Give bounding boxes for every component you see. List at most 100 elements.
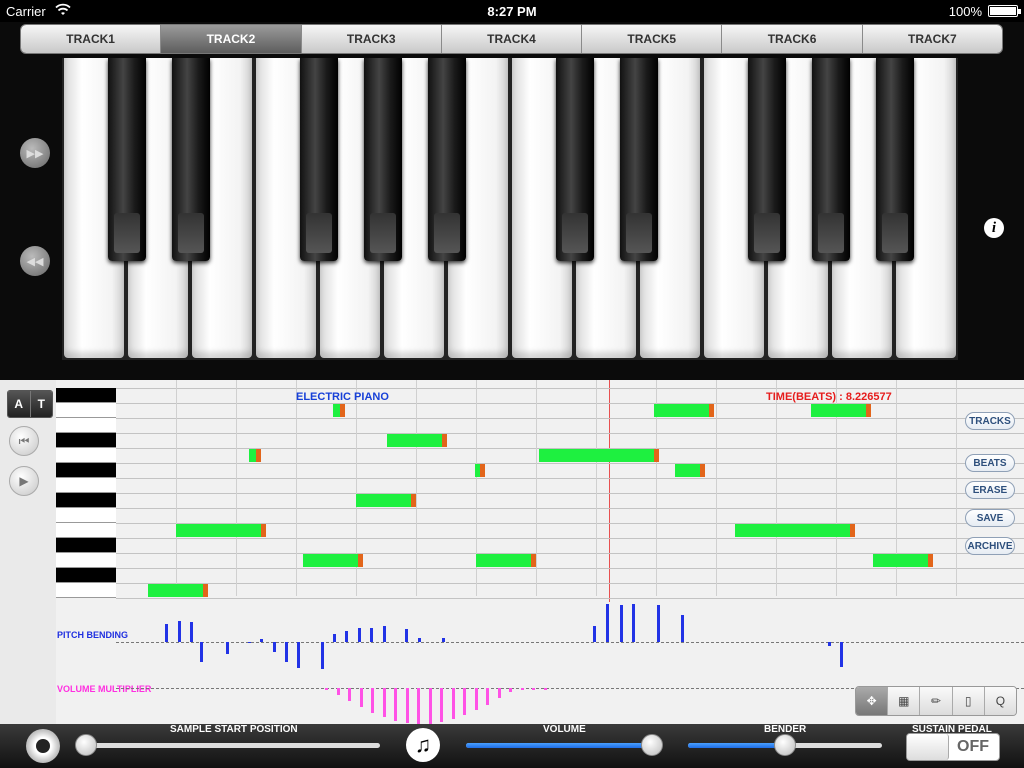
tab-track2[interactable]: TRACK2: [161, 25, 302, 53]
info-button[interactable]: i: [984, 218, 1004, 238]
volume-mark[interactable]: [348, 688, 351, 701]
archive-button[interactable]: ARCHIVE: [965, 537, 1015, 555]
note-block[interactable]: [654, 404, 714, 417]
octave-up-button[interactable]: ▶▶: [20, 138, 50, 168]
roll-key-black[interactable]: [56, 568, 116, 583]
roll-key-black[interactable]: [56, 463, 116, 478]
pitch-bend-mark[interactable]: [442, 638, 445, 642]
volume-mark[interactable]: [486, 688, 489, 705]
note-block[interactable]: [476, 554, 536, 567]
octave-down-button[interactable]: ◀◀: [20, 246, 50, 276]
tab-track3[interactable]: TRACK3: [301, 25, 442, 53]
mode-t-button[interactable]: T: [30, 391, 52, 417]
tab-track7[interactable]: TRACK7: [862, 25, 1002, 53]
roll-key-white[interactable]: [56, 553, 116, 568]
note-block[interactable]: [387, 434, 447, 447]
roll-key-black[interactable]: [56, 388, 116, 403]
mode-a-button[interactable]: A: [8, 391, 31, 417]
volume-mark[interactable]: [325, 688, 328, 690]
note-block[interactable]: [735, 524, 855, 537]
black-key[interactable]: [172, 58, 210, 261]
record-button[interactable]: [26, 729, 60, 763]
note-block[interactable]: [539, 449, 659, 462]
pitch-bend-mark[interactable]: [358, 628, 361, 642]
pitch-bend-mark[interactable]: [345, 631, 348, 642]
volume-mark[interactable]: [371, 688, 374, 713]
black-key[interactable]: [428, 58, 466, 261]
volume-mark[interactable]: [474, 688, 478, 710]
instrument-button[interactable]: ♫: [406, 728, 440, 762]
pitch-bend-mark[interactable]: [632, 604, 635, 642]
pitch-bend-mark[interactable]: [606, 604, 609, 642]
tab-track5[interactable]: TRACK5: [582, 25, 723, 53]
note-block[interactable]: [811, 404, 871, 417]
note-block[interactable]: [356, 494, 416, 507]
pitch-bend-mark[interactable]: [178, 621, 181, 642]
black-key[interactable]: [556, 58, 594, 261]
roll-key-white[interactable]: [56, 583, 116, 598]
tab-track4[interactable]: TRACK4: [441, 25, 583, 53]
volume-mark[interactable]: [497, 688, 501, 698]
note-block[interactable]: [873, 554, 933, 567]
toggle-knob[interactable]: [907, 734, 949, 760]
erase-button[interactable]: ERASE: [965, 481, 1015, 499]
select-tool-button[interactable]: ▦: [888, 687, 921, 715]
pitch-bend-mark[interactable]: [681, 615, 684, 642]
pitch-bend-mark[interactable]: [333, 634, 336, 642]
roll-key-white[interactable]: [56, 523, 116, 538]
pitch-bend-mark[interactable]: [657, 605, 660, 642]
pitch-bend-mark[interactable]: [273, 642, 276, 652]
move-tool-button[interactable]: ✥: [856, 687, 889, 715]
pitch-bend-mark[interactable]: [620, 605, 623, 642]
volume-mark[interactable]: [451, 688, 455, 719]
pitch-bend-mark[interactable]: [200, 642, 203, 662]
note-block[interactable]: [176, 524, 266, 537]
note-block[interactable]: [675, 464, 705, 477]
pitch-bend-mark[interactable]: [190, 622, 193, 642]
bender-thumb[interactable]: [774, 734, 796, 756]
roll-key-white[interactable]: [56, 418, 116, 433]
pitch-bend-mark[interactable]: [405, 629, 408, 642]
volume-mark[interactable]: [336, 688, 340, 695]
note-block[interactable]: [303, 554, 363, 567]
pitch-bend-mark[interactable]: [593, 626, 596, 642]
black-key[interactable]: [876, 58, 914, 261]
pencil-tool-button[interactable]: ✏: [920, 687, 953, 715]
volume-mark[interactable]: [405, 688, 409, 723]
black-key[interactable]: [108, 58, 146, 261]
pitch-bend-mark[interactable]: [248, 642, 251, 643]
pitch-bend-mark[interactable]: [840, 642, 843, 667]
roll-key-white[interactable]: [56, 478, 116, 493]
beats-button[interactable]: BEATS: [965, 454, 1015, 472]
volume-mark[interactable]: [463, 688, 466, 715]
volume-thumb[interactable]: [641, 734, 663, 756]
piano-roll-grid[interactable]: [116, 380, 1024, 602]
pitch-bend-mark[interactable]: [260, 639, 263, 642]
tab-track6[interactable]: TRACK6: [722, 25, 863, 53]
sustain-pedal-toggle[interactable]: OFF: [906, 733, 1000, 761]
pitch-bend-mark[interactable]: [383, 626, 386, 642]
volume-mark[interactable]: [543, 688, 547, 690]
black-key[interactable]: [364, 58, 402, 261]
sample-start-thumb[interactable]: [75, 734, 97, 756]
rewind-button[interactable]: ⏮: [9, 426, 39, 456]
volume-mark[interactable]: [382, 688, 386, 717]
tab-track1[interactable]: TRACK1: [21, 25, 162, 53]
pitch-bend-mark[interactable]: [418, 638, 421, 642]
pitch-bend-mark[interactable]: [828, 642, 831, 646]
note-block[interactable]: [249, 449, 261, 462]
volume-mark[interactable]: [520, 688, 524, 690]
roll-key-white[interactable]: [56, 508, 116, 523]
quantize-tool-button[interactable]: Q: [984, 687, 1016, 715]
eraser-tool-button[interactable]: ▯: [952, 687, 985, 715]
pitch-bend-mark[interactable]: [321, 642, 324, 669]
volume-slider[interactable]: [466, 734, 663, 756]
note-block[interactable]: [475, 464, 485, 477]
roll-key-white[interactable]: [56, 448, 116, 463]
roll-key-black[interactable]: [56, 538, 116, 553]
black-key[interactable]: [812, 58, 850, 261]
volume-mark[interactable]: [440, 688, 443, 722]
roll-key-black[interactable]: [56, 493, 116, 508]
pitch-bend-mark[interactable]: [226, 642, 229, 654]
volume-mark[interactable]: [428, 688, 432, 724]
